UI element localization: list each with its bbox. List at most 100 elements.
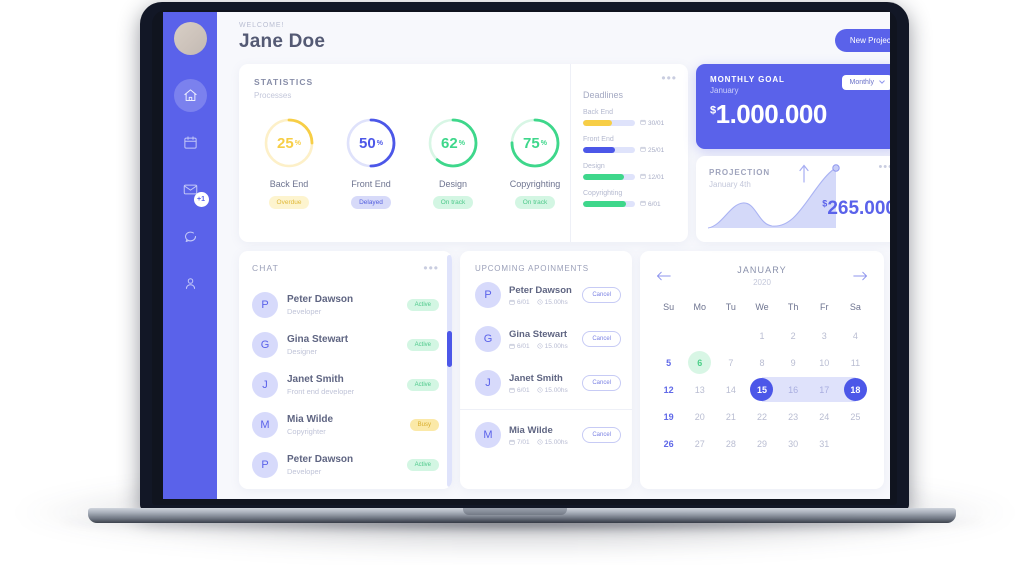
calendar-day[interactable]: 21 [715,404,746,429]
calendar-day[interactable]: 27 [684,431,715,456]
calendar-day[interactable]: 3 [809,323,840,348]
calendar-day-number: 20 [694,411,705,422]
deadline-progress-track [583,147,635,153]
cancel-appointment-button[interactable]: Cancel [582,331,621,347]
statistics-donuts: 25% Back End Overdue 50% Front End Delayed 62%… [254,116,570,209]
sidebar-item-chat[interactable] [174,220,207,253]
calendar-day-number: 11 [850,357,861,368]
statistic-item: 75% Copyrighting On track [500,116,570,209]
deadline-date: 30/01 [640,119,664,127]
calendar-day[interactable]: 30 [778,431,809,456]
deadline-item: Front End 25/01 [583,136,677,154]
chat-list-item[interactable]: P Peter Dawson Developer Active [239,285,452,325]
status-badge: Active [406,299,439,311]
donut-chart: 50% [344,116,398,170]
calendar-day[interactable]: 25 [840,404,871,429]
sidebar-item-calendar[interactable] [174,126,207,159]
chat-contact-name: Peter Dawson [287,454,354,465]
deadlines-menu-icon[interactable]: ••• [583,72,677,84]
appointment-item: J Janet Smith 6/01 15.00hs Cancel [460,361,632,405]
calendar-day[interactable]: 17 [808,377,840,402]
cancel-appointment-button[interactable]: Cancel [582,427,621,443]
calendar-day[interactable]: 18 [839,377,871,402]
calendar-day-of-week: Su [663,302,675,312]
calendar-day-number: 25 [850,411,861,422]
calendar-day-number: 7 [728,357,734,368]
calendar-day[interactable]: 8 [746,350,777,375]
calendar-day[interactable]: 15 [746,377,778,402]
donut-percent-unit: % [540,139,547,147]
status-badge: Delayed [351,196,391,209]
sidebar-item-mail[interactable]: +1 [174,173,209,207]
calendar-day-number: 31 [819,438,830,449]
appointment-item: G Gina Stewart 6/01 15.00hs Cancel [460,317,632,361]
monthly-goal-period-select[interactable]: Monthly [842,75,890,90]
dashboard-row-bottom: CHAT ••• P Peter Dawson Developer Active G Gi… [239,251,890,489]
calendar-day-number: 18 [850,384,861,395]
avatar: P [252,292,278,318]
chat-scrollbar-thumb[interactable] [447,331,452,367]
sidebar-item-home[interactable] [173,79,207,112]
calendar-day-of-week: We [755,302,769,312]
sidebar-item-profile[interactable] [174,267,207,300]
calendar-day[interactable]: 24 [809,404,840,429]
deadline-progress-fill [583,120,612,126]
chat-list-item[interactable]: M Mia Wilde Copyrighter Busy [239,405,452,445]
calendar-day[interactable]: 10 [809,350,840,375]
chat-menu-icon[interactable]: ••• [423,262,439,274]
calendar-day[interactable]: 28 [715,431,746,456]
trend-up-arrow-icon [799,164,809,183]
calendar-day[interactable]: 11 [840,350,871,375]
arrow-right-icon[interactable] [850,269,871,284]
calendar-day-number: 30 [788,438,799,449]
calendar-day[interactable]: 29 [746,431,777,456]
page-title: Jane Doe [239,31,326,52]
chat-card: CHAT ••• P Peter Dawson Developer Active G Gi… [239,251,452,489]
chat-list-item[interactable]: J Janet Smith Front end developer Active [239,365,452,405]
donut-percent: 75% [508,116,562,170]
calendar-day[interactable]: 13 [684,377,715,402]
appointment-date: 6/01 [509,343,530,350]
calendar-month-label: JANUARY 2020 [674,265,850,287]
calendar-day[interactable]: 31 [809,431,840,456]
deadline-progress-fill [583,201,626,207]
avatar: M [475,422,501,448]
chat-scrollbar[interactable] [447,255,452,487]
calendar-day[interactable]: 9 [778,350,809,375]
status-badge: Overdue [268,196,310,209]
arrow-left-icon[interactable] [653,269,674,284]
deadlines-title: Deadlines [583,90,624,100]
calendar-cell-empty [653,323,684,348]
calendar-day-number: 22 [756,411,767,422]
appointment-item: P Peter Dawson 6/01 15.00hs Cancel [460,273,632,317]
calendar-day[interactable]: 7 [715,350,746,375]
calendar-day[interactable]: 4 [840,323,871,348]
calendar-icon [640,173,646,181]
new-project-button[interactable]: New Project [834,29,890,52]
calendar-day[interactable]: 19 [653,404,684,429]
cancel-appointment-button[interactable]: Cancel [582,287,621,303]
laptop-mockup: +1 WELCOME! Jane Doe New Project STATIST… [0,0,1029,565]
calendar-day[interactable]: 12 [653,377,684,402]
calendar-day[interactable]: 6 [684,350,715,375]
calendar-day[interactable]: 20 [684,404,715,429]
calendar-day[interactable]: 5 [653,350,684,375]
cancel-appointment-button[interactable]: Cancel [582,375,621,391]
calendar-day[interactable]: 26 [653,431,684,456]
calendar-day[interactable]: 22 [746,404,777,429]
calendar-day[interactable]: 23 [778,404,809,429]
calendar-day[interactable]: 16 [777,377,809,402]
avatar[interactable] [173,22,207,55]
deadline-date: 25/01 [640,146,664,154]
chat-list-item[interactable]: P Peter Dawson Developer Active [239,445,452,485]
calendar-day[interactable]: 2 [778,323,809,348]
monthly-goal-amount: $1.000.000 [710,99,890,130]
calendar-day-number: 10 [819,357,830,368]
calendar-day[interactable]: 1 [746,323,777,348]
statistic-item: 50% Front End Delayed [336,116,406,209]
chat-list-item[interactable]: G Gina Stewart Designer Active [239,325,452,365]
calendar-day[interactable]: 14 [715,377,746,402]
deadlines-panel: ••• Deadlines Back End 30/01 Front End 25/0… [570,64,688,242]
appointment-time: 15.00hs [537,343,568,350]
statistics-title: STATISTICS [254,77,314,87]
